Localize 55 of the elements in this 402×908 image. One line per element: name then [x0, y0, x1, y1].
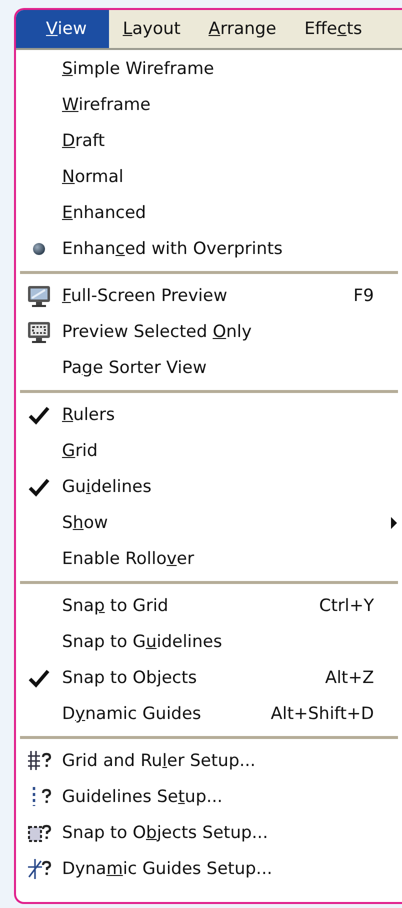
menu-item-label: Normal [62, 167, 124, 187]
menu-item[interactable]: Guidelines [16, 469, 402, 505]
menu-item-label: Snap to Guidelines [62, 632, 222, 652]
monitor-icon [26, 283, 52, 309]
menu-item[interactable]: Show [16, 505, 402, 541]
shortcut-label: Ctrl+Y [319, 596, 374, 616]
menu-item[interactable]: Enhanced with Overprints [16, 231, 402, 267]
menu-item[interactable]: Snap to Guidelines [16, 624, 402, 660]
menu-item[interactable]: Snap to Objects Setup... [16, 815, 402, 851]
menu-item-label: Guidelines Setup... [62, 787, 223, 807]
menu-item[interactable]: Wireframe [16, 87, 402, 123]
shortcut-label: Alt+Shift+D [270, 704, 374, 724]
menu-item-label: Enable Rollover [62, 549, 194, 569]
menu-item-label: Enhanced [62, 203, 146, 223]
menu-item[interactable]: Dynamic Guides Alt+Shift+D [16, 696, 402, 732]
menu-item-label: Guidelines [62, 477, 152, 497]
menu-item[interactable]: Preview Selected Only [16, 314, 402, 350]
menu-item-label: Preview Selected Only [62, 322, 252, 342]
monitor-icon [26, 319, 52, 345]
menu-item-label: Snap to Grid [62, 596, 168, 616]
menu-item-label: Dynamic Guides Setup... [62, 859, 272, 879]
menu-item-label: Snap to Objects [62, 668, 197, 688]
shortcut-label: Alt+Z [325, 668, 374, 688]
menu-item-label: Grid [62, 441, 98, 461]
menu-item[interactable]: Enable Rollover [16, 541, 402, 577]
menu-item[interactable]: Grid and Ruler Setup... [16, 743, 402, 779]
menu-item-label: Full-Screen Preview [62, 286, 228, 306]
menu-item[interactable]: Snap to Grid Ctrl+Y [16, 588, 402, 624]
menu-item-label: Simple Wireframe [62, 59, 214, 79]
menu-item-label: Grid and Ruler Setup... [62, 751, 256, 771]
menu-item-label: Snap to Objects Setup... [62, 823, 268, 843]
menu-item-label: Dynamic Guides [62, 704, 202, 724]
shortcut-label: F9 [353, 286, 374, 306]
menu-item[interactable]: Simple Wireframe [16, 51, 402, 87]
menu-item-label: Show [62, 513, 108, 533]
menu-item[interactable]: Normal [16, 159, 402, 195]
menu-item[interactable]: Page Sorter View [16, 350, 402, 386]
menu-item[interactable]: Enhanced [16, 195, 402, 231]
menu-item[interactable]: Full-Screen Preview F9 [16, 278, 402, 314]
menu-item-label: Rulers [62, 405, 115, 425]
menu-item[interactable]: Guidelines Setup... [16, 779, 402, 815]
menu-item-label: Draft [62, 131, 105, 151]
menu-item[interactable]: Dynamic Guides Setup... [16, 851, 402, 887]
menu-bar-item[interactable]: View [16, 10, 109, 48]
menu-item-label: Wireframe [62, 95, 151, 115]
guide-lines-icon [26, 856, 52, 882]
menu-item[interactable]: Rulers [16, 397, 402, 433]
menu-item-label: Enhanced with Overprints [62, 239, 283, 259]
menu-item[interactable]: Draft [16, 123, 402, 159]
menu-bar-item[interactable]: Effects [290, 10, 376, 48]
menu-item[interactable]: Grid [16, 433, 402, 469]
menu-item-label: Page Sorter View [62, 358, 207, 378]
menu-bar-item[interactable]: Layout [108, 10, 195, 48]
menu-item[interactable]: Snap to Objects Alt+Z [16, 660, 402, 696]
menu-bar-item[interactable]: Arrange [194, 10, 290, 48]
